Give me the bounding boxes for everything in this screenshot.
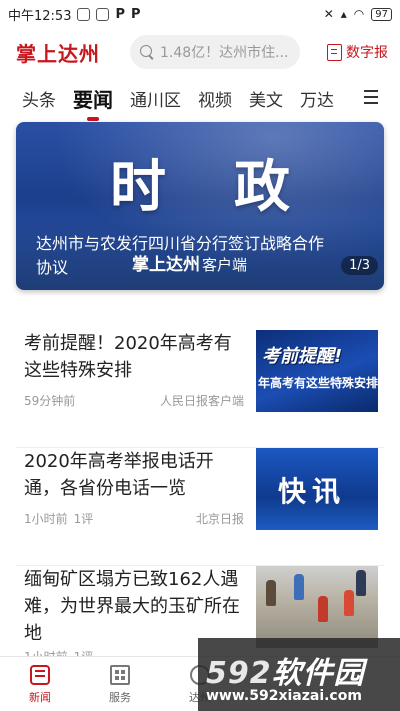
thumb-headline: 快讯	[278, 475, 347, 508]
search-placeholder: 1.48亿！达州市住...	[160, 45, 289, 61]
app-logo: 掌上达州	[16, 41, 100, 66]
news-item[interactable]: 考前提醒！2020年高考有这些特殊安排 59分钟前 人民日报客户端 考前提醒! …	[16, 330, 384, 448]
tab-toutiao[interactable]: 头条	[22, 86, 56, 111]
banner-watermark-sub: 客户端	[202, 256, 248, 274]
photo-figure	[318, 596, 328, 622]
nav-news-label: 新闻	[29, 691, 51, 704]
news-thumbnail-photo	[256, 566, 378, 648]
photo-figure	[344, 590, 354, 616]
wifi-icon: ◠	[353, 7, 365, 21]
news-thumbnail: 考前提醒! 年高考有这些特殊安排	[256, 330, 378, 412]
photo-figure	[294, 574, 304, 600]
signal-icon: ▴	[340, 7, 347, 21]
tab-video[interactable]: 视频	[198, 86, 232, 111]
news-meta: 1小时前 1评 北京日报	[24, 510, 244, 527]
watermark-logo-number: 592	[206, 656, 272, 691]
p-notification-icon: P	[115, 6, 125, 22]
banner-watermark-brand: 掌上达州	[132, 255, 200, 275]
channel-tabs: 头条 要闻 通川区 视频 美文 万达	[0, 80, 400, 116]
news-time: 59分钟前	[24, 394, 76, 408]
news-source: 北京日报	[195, 512, 244, 526]
news-source: 人民日报客户端	[159, 394, 244, 408]
banner-watermark: 掌上达州 客户端	[132, 250, 247, 275]
banner-title: 时政	[110, 154, 358, 220]
news-thumbnail: 快讯	[256, 448, 378, 530]
news-time: 1小时前	[24, 512, 68, 526]
gallery-notification-icon	[77, 7, 91, 21]
thumb-headline: 考前提醒!	[262, 346, 343, 367]
watermark-url: www.592xiazai.com	[206, 688, 362, 704]
watermark-logo-text: 软件园	[271, 656, 365, 691]
news-icon	[30, 665, 50, 685]
tab-fade	[328, 80, 362, 116]
watermark-logo: 592软件园	[206, 648, 365, 692]
thumb-subline: 年高考有这些特殊安排	[258, 376, 378, 390]
site-watermark: 592软件园 www.592xiazai.com	[198, 638, 400, 711]
photo-figure	[356, 570, 366, 596]
app-header: 掌上达州 1.48亿！达州市住... 数字报	[0, 32, 400, 72]
news-item[interactable]: 2020年高考举报电话开通，各省份电话一览 1小时前 1评 北京日报 快讯	[16, 448, 384, 566]
status-bar: 中午12:53 P P ✕ ▴ ◠ 97	[0, 0, 400, 28]
newspaper-icon	[327, 43, 342, 61]
banner-carousel[interactable]: 时政 达州市与农发行四川省分行签订战略合作协议 掌上达州 客户端 1/3	[16, 122, 384, 290]
mute-icon: ✕	[323, 7, 334, 21]
digital-newspaper-button[interactable]: 数字报	[327, 42, 388, 62]
app-notification-icon	[96, 7, 110, 21]
tab-meiwen[interactable]: 美文	[249, 86, 283, 111]
news-title: 2020年高考举报电话开通，各省份电话一览	[24, 451, 214, 499]
search-icon	[140, 45, 154, 59]
menu-icon[interactable]	[364, 90, 378, 104]
banner-page-indicator: 1/3	[341, 256, 378, 275]
news-comments: 1评	[73, 512, 94, 526]
p-notification-icon-2: P	[131, 6, 141, 22]
tab-yaowen[interactable]: 要闻	[73, 84, 113, 113]
news-title: 缅甸矿区塌方已致162人遇难，为世界最大的玉矿所在地	[24, 569, 240, 644]
battery-icon: 97	[371, 7, 392, 21]
digital-newspaper-label: 数字报	[346, 45, 388, 61]
nav-news[interactable]: 新闻	[0, 657, 80, 711]
tab-tongchuan[interactable]: 通川区	[130, 86, 181, 111]
nav-service-label: 服务	[109, 691, 131, 704]
nav-service[interactable]: 服务	[80, 657, 160, 711]
news-meta: 59分钟前 人民日报客户端	[24, 392, 244, 409]
search-bar[interactable]: 1.48亿！达州市住...	[130, 35, 300, 69]
news-title: 考前提醒！2020年高考有这些特殊安排	[24, 333, 232, 381]
photo-figure	[266, 580, 276, 606]
service-icon	[110, 665, 130, 685]
status-time: 中午12:53	[8, 8, 72, 24]
